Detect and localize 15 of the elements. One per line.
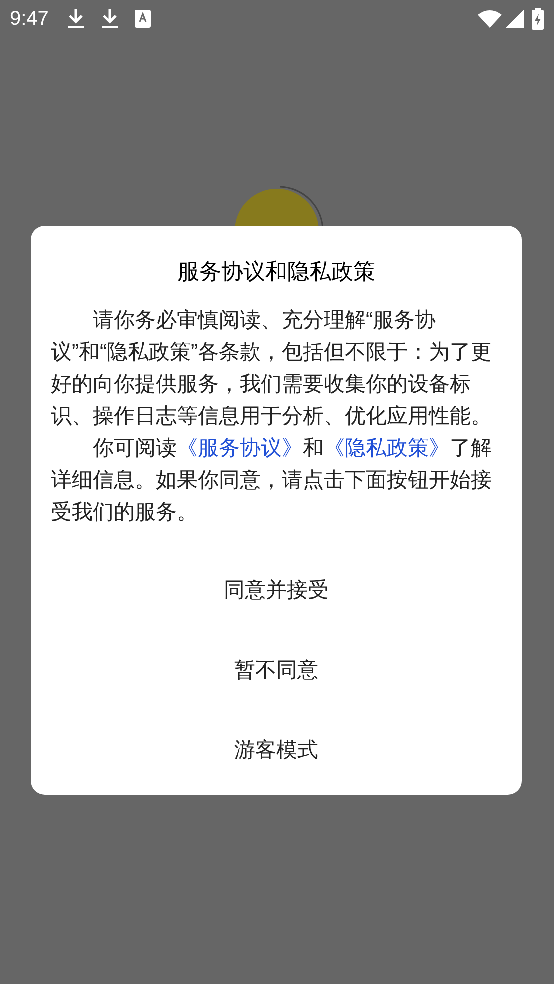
signal-icon [506,10,524,28]
battery-icon [532,8,544,30]
policy-link[interactable]: 《隐私政策》 [324,437,450,460]
keyboard-icon [134,10,151,28]
wifi-icon [478,10,502,28]
download-icon [100,8,119,30]
status-time: 9:47 [10,7,49,32]
policy-link[interactable]: 《服务协议》 [177,437,303,460]
download-icon [66,8,85,30]
dialog-button[interactable]: 游客模式 [226,711,326,791]
dialog-title: 服务协议和隐私政策 [176,258,376,286]
dialog-paragraph: 请你务必审慎阅读、充分理解“服务协议”和“隐私政策”各条款，包括但不限于：为了更好的向你提供服务，我们需要收集你的设备标识、操作日志等信息用于分析、优化应用性能。 [51,308,493,430]
dialog-button[interactable]: 同意并接受 [216,551,337,631]
dialog-button[interactable]: 暂不同意 [226,631,326,711]
dialog-paragraph: 你可阅读《服务协议》和《隐私政策》了解详细信息。如果你同意，请点击下面按钮开始接受我们的服务。 [51,436,493,526]
